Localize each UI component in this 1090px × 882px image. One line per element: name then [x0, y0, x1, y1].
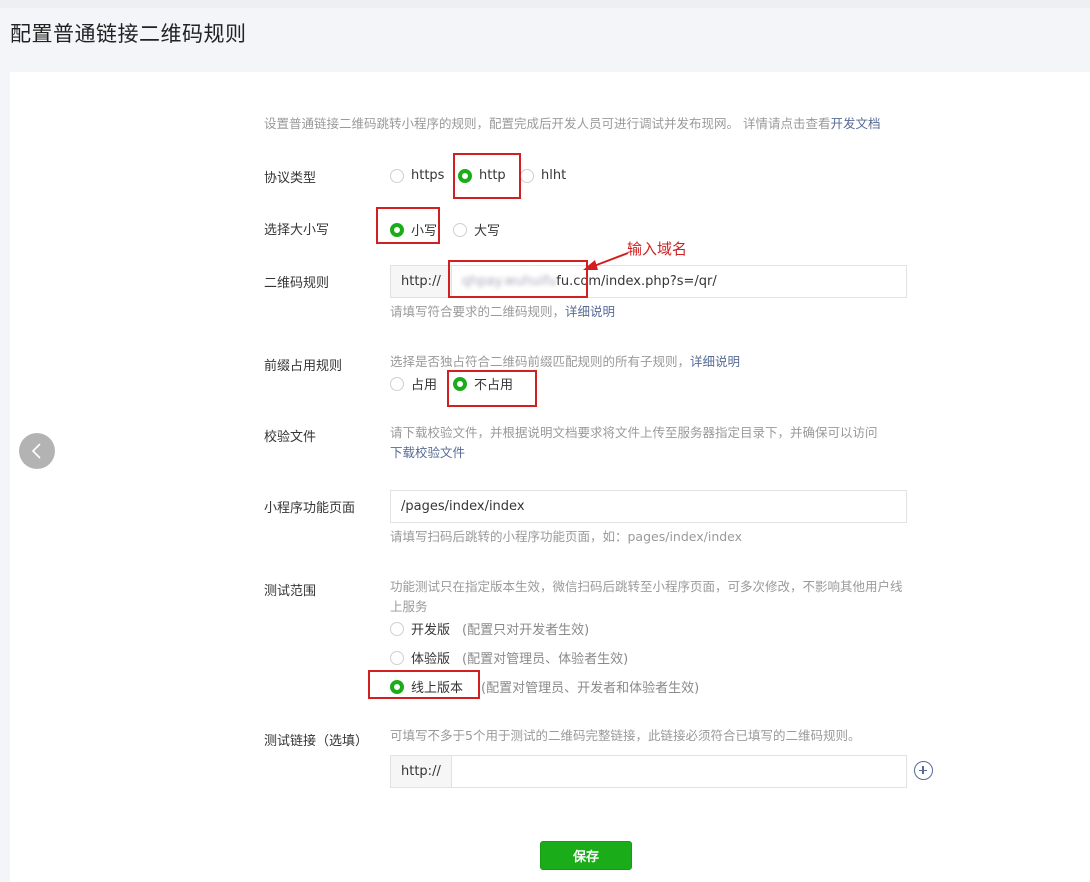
add-test-link-button[interactable]: [914, 761, 933, 780]
radio-trial-version[interactable]: 体验版 (配置对管理员、体验者生效): [390, 648, 628, 667]
test-link-label: 测试链接（选填）: [264, 734, 369, 749]
verify-file-desc: 请下载校验文件，并根据说明文档要求将文件上传至服务器指定目录下，并确保可以访问: [390, 425, 878, 440]
radio-dot: [390, 168, 404, 183]
protocol-label: 协议类型: [264, 171, 317, 186]
page-path-input[interactable]: /pages/index/index: [390, 490, 907, 523]
save-button[interactable]: 保存: [540, 841, 632, 870]
radio-dot: [390, 650, 404, 665]
radio-https[interactable]: https: [390, 168, 444, 183]
verify-file-label: 校验文件: [264, 430, 317, 445]
test-link-desc: 可填写不多于5个用于测试的二维码完整链接，此链接必须符合已填写的二维码规则。: [390, 728, 861, 743]
test-link-prefix: http://: [391, 756, 452, 787]
test-scope-label: 测试范围: [264, 584, 317, 599]
back-button[interactable]: [19, 433, 55, 469]
annotation-enter-domain: 输入域名: [627, 240, 688, 258]
radio-dot: [390, 376, 404, 391]
prefix-rule-desc: 选择是否独占符合二维码前缀匹配规则的所有子规则，详细说明: [390, 354, 741, 369]
annotation-arrow-icon: [583, 252, 629, 270]
qr-rule-detail-link[interactable]: 详细说明: [565, 304, 615, 319]
page-path-value: /pages/index/index: [401, 499, 525, 514]
radio-uppercase[interactable]: 大写: [453, 220, 500, 239]
prefix-rule-detail-link[interactable]: 详细说明: [690, 354, 740, 369]
test-scope-desc-line1: 功能测试只在指定版本生效，微信扫码后跳转至小程序页面，可多次修改，不影响其他用户…: [390, 579, 903, 594]
radio-dot: [453, 222, 467, 237]
prefix-rule-label: 前缀占用规则: [264, 359, 343, 374]
radio-dev-version[interactable]: 开发版 (配置只对开发者生效): [390, 619, 589, 638]
radio-dot: [390, 621, 404, 636]
qr-rule-label: 二维码规则: [264, 276, 330, 291]
highlight-box-not-occupy: [447, 370, 537, 407]
test-link-field[interactable]: http://: [390, 755, 907, 788]
page-title: 配置普通链接二维码规则: [10, 22, 247, 46]
case-label: 选择大小写: [264, 223, 330, 238]
intro-text: 设置普通链接二维码跳转小程序的规则，配置完成后开发人员可进行调试并发布现网。 详…: [264, 116, 881, 131]
qr-rule-hint: 请填写符合要求的二维码规则，详细说明: [390, 304, 616, 319]
download-verify-file-link[interactable]: 下载校验文件: [390, 443, 465, 463]
dev-docs-link[interactable]: 开发文档: [830, 116, 880, 131]
radio-dot: [520, 168, 534, 183]
radio-occupy[interactable]: 占用: [390, 374, 437, 393]
page-path-label: 小程序功能页面: [264, 501, 356, 516]
page-path-hint: 请填写扫码后跳转的小程序功能页面，如：pages/index/index: [390, 529, 743, 544]
test-scope-desc-line2: 上服务: [390, 599, 428, 614]
highlight-box-domain: [448, 260, 588, 298]
top-strip: [0, 0, 1090, 8]
qr-rule-prefix: http://: [391, 266, 452, 297]
highlight-box-http: [453, 153, 521, 199]
highlight-box-online-version: [368, 670, 480, 699]
radio-hlht[interactable]: hlht: [520, 168, 566, 183]
highlight-box-lowercase: [376, 207, 440, 244]
chevron-left-icon: [31, 443, 41, 459]
